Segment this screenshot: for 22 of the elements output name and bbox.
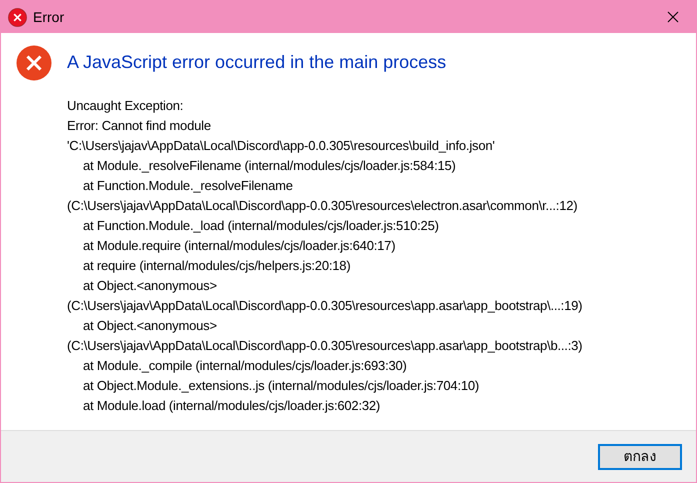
close-icon [667,11,679,23]
error-text-line: at Function.Module._resolveFilename [82,177,293,195]
ok-button[interactable]: ตกลง [598,444,682,470]
error-text-line: at Module._compile (internal/modules/cjs/loader.js:693:30) [82,357,407,375]
error-text-line: 'C:\Users\jajav\AppData\Local\Discord\app-0.0.305\resources\build_info.json' [67,137,495,155]
error-text-line: (C:\Users\jajav\AppData\Local\Discord\app-0.0.305\resources\app.asar\app_bootstrap\...:19) [67,297,582,315]
error-text-line: at Module.load (internal/modules/cjs/loader.js:602:32) [82,397,380,415]
error-text-line: at Object.<anonymous> [82,277,217,295]
error-text-line: (C:\Users\jajav\AppData\Local\Discord\app-0.0.305\resources\app.asar\app_bootstrap\b...:3) [67,337,582,355]
error-text-line: at require (internal/modules/cjs/helpers.js:20:18) [82,257,350,275]
error-text-line: at Object.Module._extensions..js (internal/modules/cjs/loader.js:704:10) [82,377,480,395]
error-text-line: Uncaught Exception: [67,97,184,115]
error-text-line: at Module.require (internal/modules/cjs/loader.js:640:17) [82,237,396,255]
error-text-line: Error: Cannot find module [67,117,211,135]
error-text-line: at Function.Module._load (internal/modules/cjs/loader.js:510:25) [82,217,439,235]
error-text-line: at Module._resolveFilename (internal/modules/cjs/loader.js:584:15) [82,157,456,175]
error-text-line: at Object.<anonymous> [82,317,217,335]
window-title: Error [33,8,64,26]
error-icon [16,45,52,81]
error-icon [8,8,27,26]
dialog-heading: A JavaScript error occurred in the main process [67,51,448,74]
error-text-line: (C:\Users\jajav\AppData\Local\Discord\app-0.0.305\resources\electron.asar\common\r...:12) [67,197,578,215]
